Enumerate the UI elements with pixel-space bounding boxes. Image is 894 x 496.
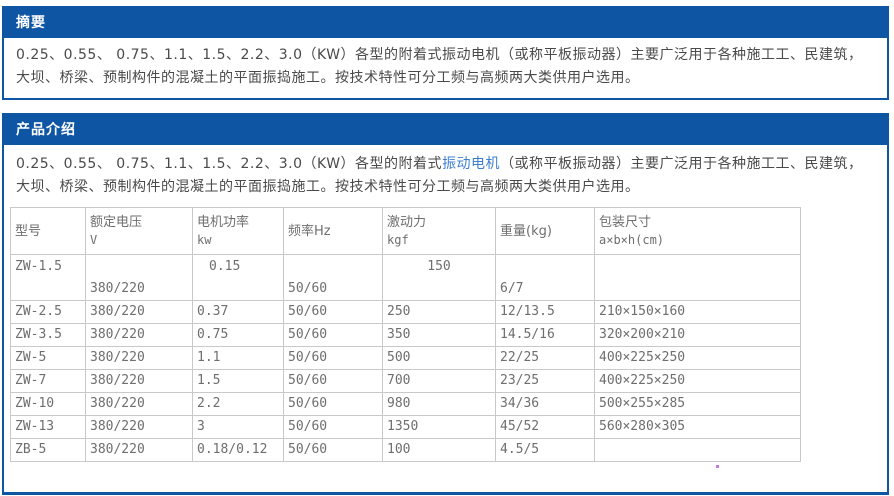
summary-text: 0.25、0.55、 0.75、1.1、1.5、2.2、3.0（KW）各型的附着… <box>16 47 863 86</box>
table-cell: 50/60 <box>284 324 383 347</box>
table-cell: 250 <box>383 301 496 324</box>
table-cell: ZW-5 <box>11 347 86 370</box>
column-header-weight: 重量(kg) <box>496 208 595 255</box>
table-cell: 700 <box>383 370 496 393</box>
table-cell: 2.2 <box>193 393 284 416</box>
table-cell: 22/25 <box>496 347 595 370</box>
table-cell: 380/220 <box>86 416 193 439</box>
table-cell: ZW-3.5 <box>11 324 86 347</box>
product-intro-paragraph: 0.25、0.55、 0.75、1.1、1.5、2.2、3.0（KW）各型的附着… <box>16 153 875 199</box>
table-row: ZW-2.5 380/220 0.37 50/60 250 12/13.5 21… <box>11 301 801 324</box>
table-cell: 50/60 <box>284 393 383 416</box>
table-cell: 23/25 <box>496 370 595 393</box>
table-cell: 50/60 <box>284 370 383 393</box>
column-header-model: 型号 <box>11 208 86 255</box>
table-cell: 320×200×210 <box>595 324 801 347</box>
table-cell <box>595 439 801 462</box>
product-intro-title: 产品介绍 <box>16 122 76 138</box>
summary-body: 0.25、0.55、 0.75、1.1、1.5、2.2、3.0（KW）各型的附着… <box>4 38 887 98</box>
table-cell: 1.1 <box>193 347 284 370</box>
table-row: ZW-1.5 380/220 0.15 50/60 150 6/7 <box>11 255 801 301</box>
table-cell: 0.75 <box>193 324 284 347</box>
table-row: ZW-13 380/220 3 50/60 1350 45/52 560×280… <box>11 416 801 439</box>
stray-dot <box>716 465 719 468</box>
table-cell: ZW-10 <box>11 393 86 416</box>
table-cell: 50/60 <box>284 301 383 324</box>
table-cell: 500×255×285 <box>595 393 801 416</box>
column-header-power: 电机功率 kw <box>193 208 284 255</box>
product-intro-body: 0.25、0.55、 0.75、1.1、1.5、2.2、3.0（KW）各型的附着… <box>4 145 887 492</box>
table-cell: ZW-13 <box>11 416 86 439</box>
table-cell: ZB-5 <box>11 439 86 462</box>
table-row: ZW-7 380/220 1.5 50/60 700 23/25 400×225… <box>11 370 801 393</box>
table-cell: 210×150×160 <box>595 301 801 324</box>
summary-section: 摘要 0.25、0.55、 0.75、1.1、1.5、2.2、3.0（KW）各型… <box>2 6 889 100</box>
column-header-force: 激动力 kgf <box>383 208 496 255</box>
table-cell: ZW-1.5 <box>11 255 86 301</box>
table-cell: 3 <box>193 416 284 439</box>
table-cell: 50/60 <box>284 347 383 370</box>
table-cell: ZW-2.5 <box>11 301 86 324</box>
table-cell: 560×280×305 <box>595 416 801 439</box>
table-row: ZW-5 380/220 1.1 50/60 500 22/25 400×225… <box>11 347 801 370</box>
table-cell: 6/7 <box>496 255 595 301</box>
table-cell: 45/52 <box>496 416 595 439</box>
table-cell: 380/220 <box>86 255 193 301</box>
column-header-packing-size: 包装尺寸 a×b×h(cm) <box>595 208 801 255</box>
table-cell: 1350 <box>383 416 496 439</box>
spec-table: 型号 额定电压 V 电机功率 kw 频率Hz <box>10 207 801 462</box>
summary-title: 摘要 <box>16 15 46 31</box>
table-cell: 400×225×250 <box>595 370 801 393</box>
table-row: ZB-5 380/220 0.18/0.12 50/60 100 4.5/5 <box>11 439 801 462</box>
table-cell: 350 <box>383 324 496 347</box>
table-cell: 50/60 <box>284 416 383 439</box>
table-cell: 380/220 <box>86 439 193 462</box>
table-cell: 380/220 <box>86 393 193 416</box>
table-cell: 380/220 <box>86 324 193 347</box>
table-cell: 34/36 <box>496 393 595 416</box>
table-cell: 500 <box>383 347 496 370</box>
table-cell: 0.18/0.12 <box>193 439 284 462</box>
table-cell: 150 <box>383 255 496 301</box>
table-cell: 0.37 <box>193 301 284 324</box>
summary-header-bar: 摘要 <box>4 8 887 38</box>
column-header-voltage: 额定电压 V <box>86 208 193 255</box>
intro-text-before-link: 0.25、0.55、 0.75、1.1、1.5、2.2、3.0（KW）各型的附着… <box>16 156 442 172</box>
table-cell: 0.15 <box>193 255 284 301</box>
table-cell: 12/13.5 <box>496 301 595 324</box>
table-cell: 380/220 <box>86 301 193 324</box>
table-cell: 50/60 <box>284 439 383 462</box>
table-cell: 4.5/5 <box>496 439 595 462</box>
table-cell <box>595 255 801 301</box>
table-cell: 980 <box>383 393 496 416</box>
table-cell: 1.5 <box>193 370 284 393</box>
table-cell: 100 <box>383 439 496 462</box>
product-intro-header-bar: 产品介绍 <box>4 115 887 145</box>
table-header-row: 型号 额定电压 V 电机功率 kw 频率Hz <box>11 208 801 255</box>
table-cell: 380/220 <box>86 347 193 370</box>
table-cell: 380/220 <box>86 370 193 393</box>
table-cell: 50/60 <box>284 255 383 301</box>
product-intro-section: 产品介绍 0.25、0.55、 0.75、1.1、1.5、2.2、3.0（KW）… <box>2 113 889 495</box>
table-cell: ZW-7 <box>11 370 86 393</box>
column-header-frequency: 频率Hz <box>284 208 383 255</box>
vibration-motor-link[interactable]: 振动电机 <box>442 156 500 172</box>
table-cell: 14.5/16 <box>496 324 595 347</box>
table-row: ZW-10 380/220 2.2 50/60 980 34/36 500×25… <box>11 393 801 416</box>
table-row: ZW-3.5 380/220 0.75 50/60 350 14.5/16 32… <box>11 324 801 347</box>
table-cell: 400×225×250 <box>595 347 801 370</box>
